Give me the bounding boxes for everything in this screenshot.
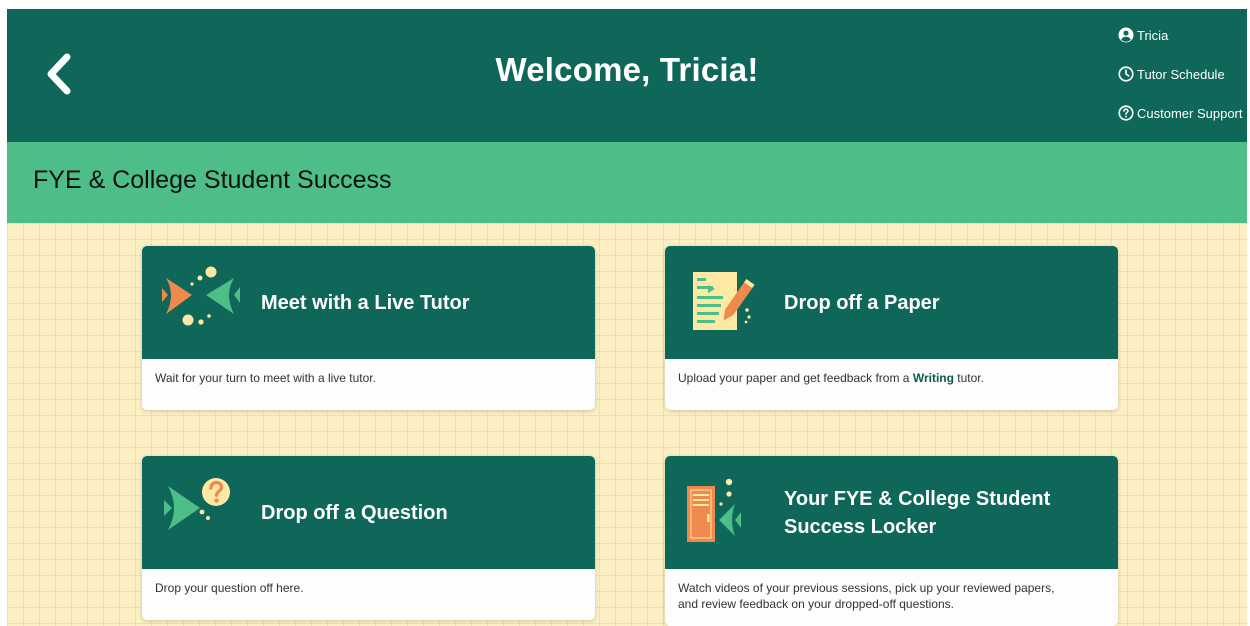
card-title: Drop off a Question: [261, 501, 448, 524]
clock-icon: [1118, 66, 1134, 82]
student-locker-card[interactable]: Your FYE & College Student Success Locke…: [665, 456, 1118, 626]
app-frame: Welcome, Tricia! Tricia Tutor Schedule C…: [7, 9, 1247, 626]
help-circle-icon: [1118, 105, 1134, 121]
writing-subject-highlight: Writing: [912, 371, 954, 385]
card-title: Drop off a Paper: [784, 291, 940, 314]
description-text: Upload your paper and get feedback from …: [678, 371, 913, 385]
customer-support-link[interactable]: Customer Support: [1117, 103, 1243, 123]
description-text-end: tutor.: [953, 371, 984, 385]
tutor-schedule-link[interactable]: Tutor Schedule: [1117, 64, 1243, 84]
card-header: Your FYE & College Student Success Locke…: [665, 456, 1118, 569]
description-line: and review feedback on your dropped-off …: [678, 597, 954, 611]
card-description: Wait for your turn to meet with a live t…: [155, 371, 376, 385]
user-profile-link[interactable]: Tricia: [1117, 25, 1243, 45]
question-fish-icon: [164, 478, 230, 530]
drop-off-question-card[interactable]: Drop off a Question Drop your question o…: [142, 456, 595, 620]
drop-off-paper-card[interactable]: Drop off a Paper Upload your paper and g…: [665, 246, 1118, 410]
live-tutor-fish-icon: [162, 266, 240, 326]
tutor-schedule-label: Tutor Schedule: [1137, 66, 1225, 82]
paper-pencil-icon: [693, 272, 755, 330]
subject-title: FYE & College Student Success: [33, 166, 392, 194]
locker-icon: [687, 478, 741, 542]
welcome-heading: Welcome, Tricia!: [495, 51, 759, 88]
service-grid: Meet with a Live Tutor Wait for your tur…: [7, 223, 1247, 626]
card-description: Upload your paper and get feedback from …: [678, 370, 1098, 386]
top-bar: Welcome, Tricia! Tricia Tutor Schedule C…: [7, 9, 1247, 142]
customer-support-label: Customer Support: [1137, 105, 1243, 121]
user-menu: Tricia Tutor Schedule Customer Support: [1117, 25, 1243, 142]
description-line: Watch videos of your previous sessions, …: [678, 581, 1055, 595]
subject-banner: FYE & College Student Success: [7, 142, 1247, 223]
card-title: Meet with a Live Tutor: [261, 291, 470, 314]
card-title: Your FYE & College Student Success Locke…: [784, 487, 1051, 538]
card-description: Drop your question off here.: [155, 581, 304, 595]
card-description: Watch videos of your previous sessions, …: [678, 580, 1098, 612]
card-header: Drop off a Paper: [665, 246, 1118, 359]
card-header: Meet with a Live Tutor: [142, 246, 595, 359]
meet-live-tutor-card[interactable]: Meet with a Live Tutor Wait for your tur…: [142, 246, 595, 410]
account-circle-icon: [1118, 27, 1134, 43]
user-name: Tricia: [1137, 27, 1169, 43]
card-header: Drop off a Question: [142, 456, 595, 569]
